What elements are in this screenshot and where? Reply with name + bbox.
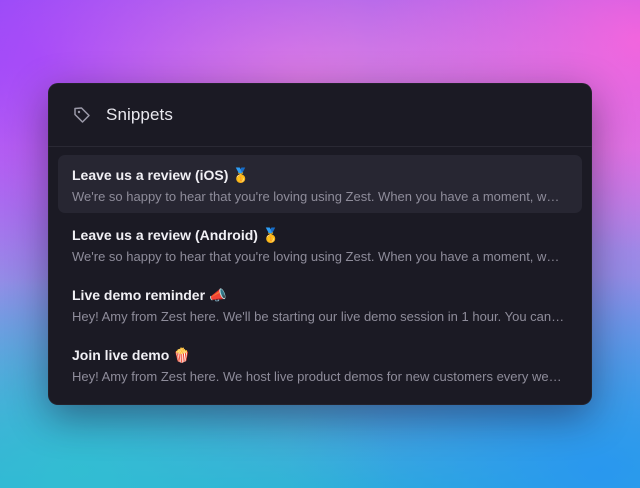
snippet-title: Join live demo 🍿 bbox=[72, 347, 191, 364]
tag-icon bbox=[72, 105, 92, 125]
snippet-item-live-demo-reminder[interactable]: Live demo reminder 📣 Hey! Amy from Zest h… bbox=[58, 275, 582, 333]
snippet-title: Leave us a review (Android) 🥇 bbox=[72, 227, 280, 244]
panel-title: Snippets bbox=[106, 104, 173, 124]
medal-icon: 🥇 bbox=[232, 168, 250, 184]
snippet-preview: Hey! Amy from Zest here. We host live pr… bbox=[72, 369, 566, 384]
snippet-preview: Hey! Amy from Zest here. We'll be starti… bbox=[72, 309, 566, 324]
snippet-preview: We're so happy to hear that you're lovin… bbox=[72, 249, 566, 264]
megaphone-icon: 📣 bbox=[209, 288, 227, 304]
snippets-panel: Snippets Leave us a review (iOS) 🥇 We're … bbox=[48, 83, 592, 405]
snippet-item-review-android[interactable]: Leave us a review (Android) 🥇 We're so ha… bbox=[58, 215, 582, 273]
snippet-item-join-live-demo[interactable]: Join live demo 🍿 Hey! Amy from Zest here.… bbox=[58, 335, 582, 393]
popcorn-icon: 🍿 bbox=[173, 348, 191, 364]
snippet-item-review-ios[interactable]: Leave us a review (iOS) 🥇 We're so happy … bbox=[58, 155, 582, 213]
snippet-preview: We're so happy to hear that you're lovin… bbox=[72, 189, 566, 204]
snippet-list: Leave us a review (iOS) 🥇 We're so happy … bbox=[48, 147, 592, 403]
medal-icon: 🥇 bbox=[261, 228, 280, 244]
snippet-title: Leave us a review (iOS) 🥇 bbox=[72, 167, 250, 184]
panel-header: Snippets bbox=[48, 83, 592, 147]
snippet-title: Live demo reminder 📣 bbox=[72, 287, 227, 304]
